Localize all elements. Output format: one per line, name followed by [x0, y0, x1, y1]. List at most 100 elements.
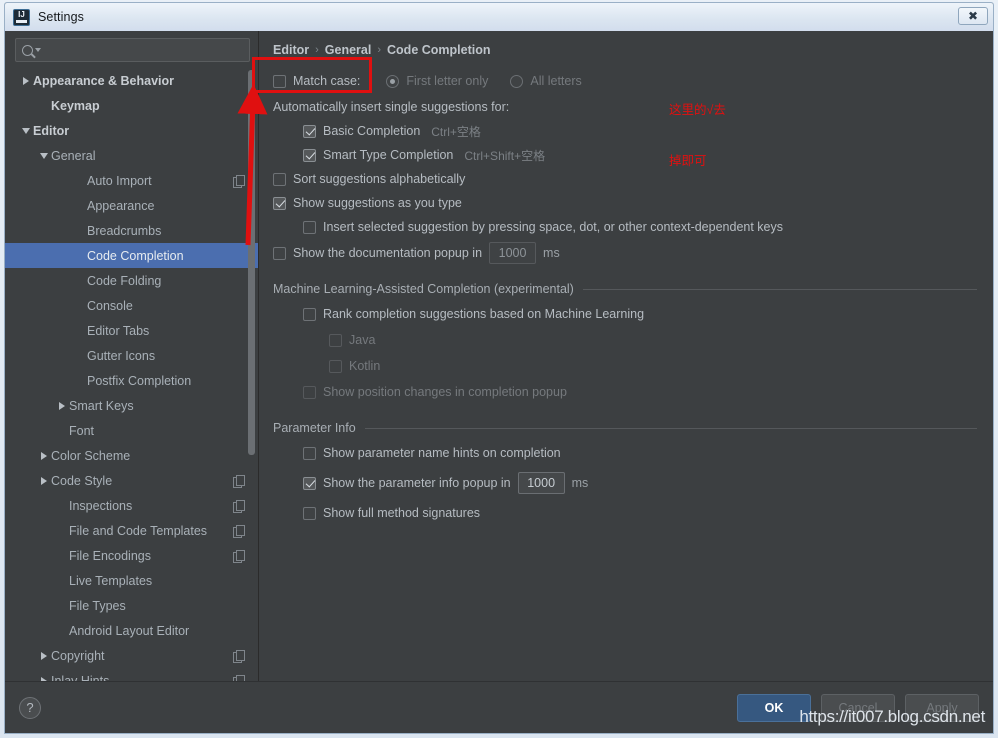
ml-section-label: Machine Learning-Assisted Completion (ex… — [273, 282, 574, 296]
ml-position-changes-row: Show position changes in completion popu… — [303, 381, 977, 403]
copy-settings-icon[interactable] — [233, 525, 245, 538]
search-container — [5, 31, 258, 66]
screenshot-root: Settings ✖ Appearance & Behavior Keymap Ed… — [0, 0, 998, 738]
sort-alphabetically-checkbox[interactable] — [273, 172, 286, 186]
sidebar-item-appearance[interactable]: Appearance — [5, 193, 258, 218]
sidebar-item-inlay-hints[interactable]: Inlay Hints — [5, 668, 258, 681]
chevron-right-icon[interactable] — [37, 652, 51, 660]
help-icon[interactable]: ? — [19, 696, 41, 719]
smart-type-completion-checkbox[interactable] — [303, 148, 316, 162]
param-hints-checkbox[interactable] — [303, 446, 316, 460]
sidebar-item-label: File Types — [69, 598, 126, 613]
settings-main-panel: Editor › General › Code Completion Match… — [259, 31, 993, 681]
copy-settings-icon[interactable] — [233, 475, 245, 488]
sidebar-item-appearance-behavior[interactable]: Appearance & Behavior — [5, 68, 258, 93]
chevron-right-icon[interactable] — [19, 77, 33, 85]
first-letter-only-radio[interactable] — [386, 74, 400, 88]
ml-java-label: Java — [349, 333, 376, 347]
sidebar-item-label: Code Completion — [87, 248, 184, 263]
sidebar-item-editor[interactable]: Editor — [5, 118, 258, 143]
show-as-you-type-checkbox[interactable] — [273, 196, 286, 210]
sidebar-item-postfix-completion[interactable]: Postfix Completion — [5, 368, 258, 393]
breadcrumb: Editor › General › Code Completion — [273, 43, 977, 57]
sidebar-item-label: Code Folding — [87, 273, 162, 288]
sidebar-item-code-folding[interactable]: Code Folding — [5, 268, 258, 293]
copy-settings-icon[interactable] — [233, 175, 245, 188]
sidebar-item-console[interactable]: Console — [5, 293, 258, 318]
breadcrumb-separator-icon: › — [377, 44, 382, 56]
sidebar-item-smart-keys[interactable]: Smart Keys — [5, 393, 258, 418]
sidebar-item-label: Console — [87, 298, 133, 313]
sidebar-item-auto-import[interactable]: Auto Import — [5, 168, 258, 193]
sidebar-item-file-encodings[interactable]: File Encodings — [5, 543, 258, 568]
settings-sidebar: Appearance & Behavior Keymap Editor General… — [5, 31, 259, 681]
copy-settings-icon[interactable] — [233, 650, 245, 663]
basic-completion-shortcut: Ctrl+空格 — [431, 124, 481, 139]
chevron-down-icon[interactable] — [37, 153, 51, 159]
chevron-right-icon[interactable] — [37, 477, 51, 485]
ml-kotlin-checkbox[interactable] — [329, 359, 342, 373]
sidebar-item-general[interactable]: General — [5, 143, 258, 168]
show-as-you-type-row: Show suggestions as you type — [273, 192, 977, 214]
ml-rank-checkbox[interactable] — [303, 307, 316, 321]
chevron-down-icon[interactable] — [19, 128, 33, 134]
search-input[interactable] — [41, 43, 243, 57]
sidebar-item-live-templates[interactable]: Live Templates — [5, 568, 258, 593]
copy-settings-icon[interactable] — [233, 500, 245, 513]
sidebar-item-editor-tabs[interactable]: Editor Tabs — [5, 318, 258, 343]
basic-completion-row: Basic Completion Ctrl+空格 — [303, 120, 977, 142]
copy-settings-icon[interactable] — [233, 550, 245, 563]
insert-selected-row: Insert selected suggestion by pressing s… — [303, 216, 977, 238]
basic-completion-checkbox[interactable] — [303, 124, 316, 138]
ml-section-header: Machine Learning-Assisted Completion (ex… — [273, 282, 977, 296]
sidebar-item-label: Smart Keys — [69, 398, 134, 413]
close-icon[interactable]: ✖ — [958, 7, 988, 25]
param-popup-delay-input[interactable]: 1000 — [517, 472, 565, 494]
breadcrumb-code-completion: Code Completion — [387, 43, 491, 57]
doc-popup-checkbox[interactable] — [273, 246, 286, 260]
watermark: https://it007.blog.csdn.net — [799, 707, 985, 726]
sidebar-item-inspections[interactable]: Inspections — [5, 493, 258, 518]
sidebar-item-copyright[interactable]: Copyright — [5, 643, 258, 668]
sidebar-item-label: Editor — [33, 123, 70, 138]
sidebar-item-font[interactable]: Font — [5, 418, 258, 443]
insert-selected-checkbox[interactable] — [303, 220, 316, 234]
match-case-checkbox[interactable] — [273, 74, 286, 88]
dialog-footer: ? OK Cancel Apply https://it007.blog.csd… — [5, 681, 993, 733]
sidebar-item-android-layout-editor[interactable]: Android Layout Editor — [5, 618, 258, 643]
full-signatures-label: Show full method signatures — [323, 506, 481, 520]
ml-rank-row: Rank completion suggestions based on Mac… — [303, 303, 977, 325]
doc-popup-delay-input[interactable]: 1000 — [489, 242, 537, 264]
breadcrumb-editor[interactable]: Editor — [273, 43, 309, 57]
sidebar-item-color-scheme[interactable]: Color Scheme — [5, 443, 258, 468]
sidebar-item-label: Inlay Hints — [51, 673, 110, 682]
sidebar-item-file-types[interactable]: File Types — [5, 593, 258, 618]
sidebar-scrollbar-thumb[interactable] — [248, 70, 255, 455]
chevron-right-icon[interactable] — [55, 402, 69, 410]
sidebar-item-label: General — [51, 148, 96, 163]
param-popup-checkbox[interactable] — [303, 476, 316, 490]
sidebar-scrollbar[interactable] — [248, 66, 256, 681]
sidebar-item-keymap[interactable]: Keymap — [5, 93, 258, 118]
ml-java-checkbox[interactable] — [329, 333, 342, 347]
chevron-right-icon[interactable] — [37, 452, 51, 460]
breadcrumb-general[interactable]: General — [325, 43, 372, 57]
sidebar-item-file-and-code-templates[interactable]: File and Code Templates — [5, 518, 258, 543]
search-box[interactable] — [15, 38, 250, 62]
full-signatures-checkbox[interactable] — [303, 506, 316, 520]
all-letters-radio[interactable] — [510, 74, 524, 88]
sidebar-item-label: Appearance — [87, 198, 155, 213]
sidebar-item-code-completion[interactable]: Code Completion — [5, 243, 258, 268]
settings-tree[interactable]: Appearance & Behavior Keymap Editor General… — [5, 66, 258, 681]
sidebar-item-gutter-icons[interactable]: Gutter Icons — [5, 343, 258, 368]
annotation-note: 这里的√去 掉即可 — [669, 68, 726, 204]
sidebar-item-label: File and Code Templates — [69, 523, 208, 538]
sidebar-item-label: Gutter Icons — [87, 348, 156, 363]
sidebar-item-breadcrumbs[interactable]: Breadcrumbs — [5, 218, 258, 243]
ml-position-changes-checkbox[interactable] — [303, 385, 316, 399]
sidebar-item-code-style[interactable]: Code Style — [5, 468, 258, 493]
sidebar-item-label: Editor Tabs — [87, 323, 150, 338]
param-hints-row: Show parameter name hints on completion — [303, 442, 977, 464]
window-title: Settings — [38, 10, 84, 24]
sidebar-item-label: Copyright — [51, 648, 105, 663]
